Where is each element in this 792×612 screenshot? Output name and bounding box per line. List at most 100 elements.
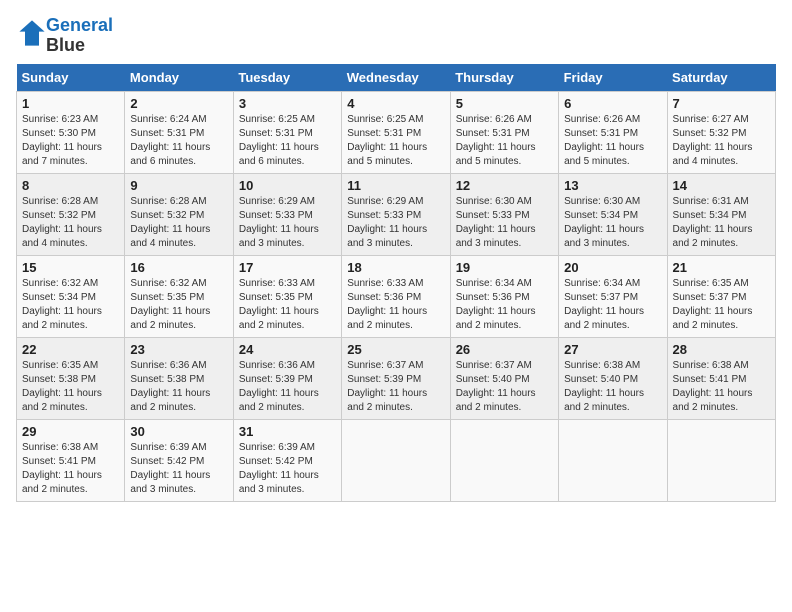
day-info: Sunrise: 6:36 AMSunset: 5:38 PMDaylight:… [130, 360, 210, 413]
day-number: 30 [130, 424, 227, 439]
calendar-cell [450, 419, 558, 501]
day-number: 29 [22, 424, 119, 439]
day-info: Sunrise: 6:25 AMSunset: 5:31 PMDaylight:… [347, 114, 427, 167]
header-sunday: Sunday [17, 64, 125, 92]
day-number: 21 [673, 260, 770, 275]
header-tuesday: Tuesday [233, 64, 341, 92]
day-number: 4 [347, 96, 444, 111]
calendar-row-3: 15 Sunrise: 6:32 AMSunset: 5:34 PMDayligh… [17, 255, 776, 337]
calendar-cell [667, 419, 775, 501]
day-info: Sunrise: 6:34 AMSunset: 5:37 PMDaylight:… [564, 278, 644, 331]
calendar-row-4: 22 Sunrise: 6:35 AMSunset: 5:38 PMDayligh… [17, 337, 776, 419]
day-number: 2 [130, 96, 227, 111]
day-number: 13 [564, 178, 661, 193]
day-info: Sunrise: 6:37 AMSunset: 5:39 PMDaylight:… [347, 360, 427, 413]
day-number: 11 [347, 178, 444, 193]
calendar-table: SundayMondayTuesdayWednesdayThursdayFrid… [16, 64, 776, 502]
day-number: 24 [239, 342, 336, 357]
calendar-cell: 6 Sunrise: 6:26 AMSunset: 5:31 PMDaylight… [559, 91, 667, 173]
calendar-cell: 12Sunrise: 6:30 AMSunset: 5:33 PMDayligh… [450, 173, 558, 255]
logo: GeneralBlue [16, 16, 113, 56]
calendar-cell: 18 Sunrise: 6:33 AMSunset: 5:36 PMDayligh… [342, 255, 450, 337]
calendar-cell: 24 Sunrise: 6:36 AMSunset: 5:39 PMDayligh… [233, 337, 341, 419]
day-info: Sunrise: 6:32 AMSunset: 5:34 PMDaylight:… [22, 278, 102, 331]
day-number: 7 [673, 96, 770, 111]
calendar-row-2: 8 Sunrise: 6:28 AMSunset: 5:32 PMDaylight… [17, 173, 776, 255]
day-number: 16 [130, 260, 227, 275]
calendar-cell: 8 Sunrise: 6:28 AMSunset: 5:32 PMDaylight… [17, 173, 125, 255]
day-info: Sunrise: 6:37 AMSunset: 5:40 PMDaylight:… [456, 360, 536, 413]
calendar-cell: 7 Sunrise: 6:27 AMSunset: 5:32 PMDaylight… [667, 91, 775, 173]
calendar-cell: 27Sunrise: 6:38 AMSunset: 5:40 PMDayligh… [559, 337, 667, 419]
day-info: Sunrise: 6:30 AMSunset: 5:33 PMDaylight:… [456, 196, 536, 249]
day-info: Sunrise: 6:28 AMSunset: 5:32 PMDaylight:… [130, 196, 210, 249]
day-info: Sunrise: 6:38 AMSunset: 5:41 PMDaylight:… [22, 442, 102, 495]
day-info: Sunrise: 6:29 AMSunset: 5:33 PMDaylight:… [347, 196, 427, 249]
day-info: Sunrise: 6:33 AMSunset: 5:36 PMDaylight:… [347, 278, 427, 331]
day-info: Sunrise: 6:38 AMSunset: 5:40 PMDaylight:… [564, 360, 644, 413]
day-info: Sunrise: 6:24 AMSunset: 5:31 PMDaylight:… [130, 114, 210, 167]
calendar-row-5: 29 Sunrise: 6:38 AMSunset: 5:41 PMDayligh… [17, 419, 776, 501]
calendar-cell: 10 Sunrise: 6:29 AMSunset: 5:33 PMDayligh… [233, 173, 341, 255]
day-info: Sunrise: 6:28 AMSunset: 5:32 PMDaylight:… [22, 196, 102, 249]
day-number: 6 [564, 96, 661, 111]
day-info: Sunrise: 6:34 AMSunset: 5:36 PMDaylight:… [456, 278, 536, 331]
calendar-cell: 25 Sunrise: 6:37 AMSunset: 5:39 PMDayligh… [342, 337, 450, 419]
header-thursday: Thursday [450, 64, 558, 92]
header-monday: Monday [125, 64, 233, 92]
calendar-cell: 4 Sunrise: 6:25 AMSunset: 5:31 PMDaylight… [342, 91, 450, 173]
day-number: 10 [239, 178, 336, 193]
day-number: 23 [130, 342, 227, 357]
day-info: Sunrise: 6:35 AMSunset: 5:38 PMDaylight:… [22, 360, 102, 413]
calendar-cell: 21 Sunrise: 6:35 AMSunset: 5:37 PMDayligh… [667, 255, 775, 337]
day-number: 8 [22, 178, 119, 193]
calendar-cell [342, 419, 450, 501]
calendar-row-1: 1Sunrise: 6:23 AMSunset: 5:30 PMDaylight… [17, 91, 776, 173]
day-info: Sunrise: 6:27 AMSunset: 5:32 PMDaylight:… [673, 114, 753, 167]
day-info: Sunrise: 6:26 AMSunset: 5:31 PMDaylight:… [456, 114, 536, 167]
day-number: 9 [130, 178, 227, 193]
calendar-cell: 31 Sunrise: 6:39 AMSunset: 5:42 PMDayligh… [233, 419, 341, 501]
day-info: Sunrise: 6:25 AMSunset: 5:31 PMDaylight:… [239, 114, 319, 167]
day-info: Sunrise: 6:32 AMSunset: 5:35 PMDaylight:… [130, 278, 210, 331]
header-friday: Friday [559, 64, 667, 92]
day-info: Sunrise: 6:38 AMSunset: 5:41 PMDaylight:… [673, 360, 753, 413]
day-info: Sunrise: 6:39 AMSunset: 5:42 PMDaylight:… [130, 442, 210, 495]
calendar-cell: 9 Sunrise: 6:28 AMSunset: 5:32 PMDaylight… [125, 173, 233, 255]
day-number: 14 [673, 178, 770, 193]
day-info: Sunrise: 6:31 AMSunset: 5:34 PMDaylight:… [673, 196, 753, 249]
calendar-cell: 17Sunrise: 6:33 AMSunset: 5:35 PMDayligh… [233, 255, 341, 337]
calendar-cell: 16 Sunrise: 6:32 AMSunset: 5:35 PMDayligh… [125, 255, 233, 337]
calendar-cell: 14 Sunrise: 6:31 AMSunset: 5:34 PMDayligh… [667, 173, 775, 255]
day-number: 18 [347, 260, 444, 275]
calendar-cell: 23 Sunrise: 6:36 AMSunset: 5:38 PMDayligh… [125, 337, 233, 419]
day-info: Sunrise: 6:23 AMSunset: 5:30 PMDaylight:… [22, 114, 102, 167]
day-number: 17 [239, 260, 336, 275]
day-info: Sunrise: 6:26 AMSunset: 5:31 PMDaylight:… [564, 114, 644, 167]
calendar-cell: 5 Sunrise: 6:26 AMSunset: 5:31 PMDaylight… [450, 91, 558, 173]
calendar-header-row: SundayMondayTuesdayWednesdayThursdayFrid… [17, 64, 776, 92]
day-number: 22 [22, 342, 119, 357]
calendar-cell: 15 Sunrise: 6:32 AMSunset: 5:34 PMDayligh… [17, 255, 125, 337]
day-number: 3 [239, 96, 336, 111]
calendar-cell: 20Sunrise: 6:34 AMSunset: 5:37 PMDayligh… [559, 255, 667, 337]
calendar-cell [559, 419, 667, 501]
calendar-cell: 22 Sunrise: 6:35 AMSunset: 5:38 PMDayligh… [17, 337, 125, 419]
day-info: Sunrise: 6:39 AMSunset: 5:42 PMDaylight:… [239, 442, 319, 495]
day-info: Sunrise: 6:29 AMSunset: 5:33 PMDaylight:… [239, 196, 319, 249]
calendar-cell: 19 Sunrise: 6:34 AMSunset: 5:36 PMDayligh… [450, 255, 558, 337]
calendar-cell: 26 Sunrise: 6:37 AMSunset: 5:40 PMDayligh… [450, 337, 558, 419]
day-number: 19 [456, 260, 553, 275]
day-info: Sunrise: 6:36 AMSunset: 5:39 PMDaylight:… [239, 360, 319, 413]
day-number: 15 [22, 260, 119, 275]
day-number: 25 [347, 342, 444, 357]
calendar-cell: 29 Sunrise: 6:38 AMSunset: 5:41 PMDayligh… [17, 419, 125, 501]
day-number: 26 [456, 342, 553, 357]
day-info: Sunrise: 6:35 AMSunset: 5:37 PMDaylight:… [673, 278, 753, 331]
header-wednesday: Wednesday [342, 64, 450, 92]
calendar-cell: 1Sunrise: 6:23 AMSunset: 5:30 PMDaylight… [17, 91, 125, 173]
day-number: 31 [239, 424, 336, 439]
calendar-cell: 28Sunrise: 6:38 AMSunset: 5:41 PMDayligh… [667, 337, 775, 419]
day-number: 5 [456, 96, 553, 111]
calendar-cell: 30 Sunrise: 6:39 AMSunset: 5:42 PMDayligh… [125, 419, 233, 501]
